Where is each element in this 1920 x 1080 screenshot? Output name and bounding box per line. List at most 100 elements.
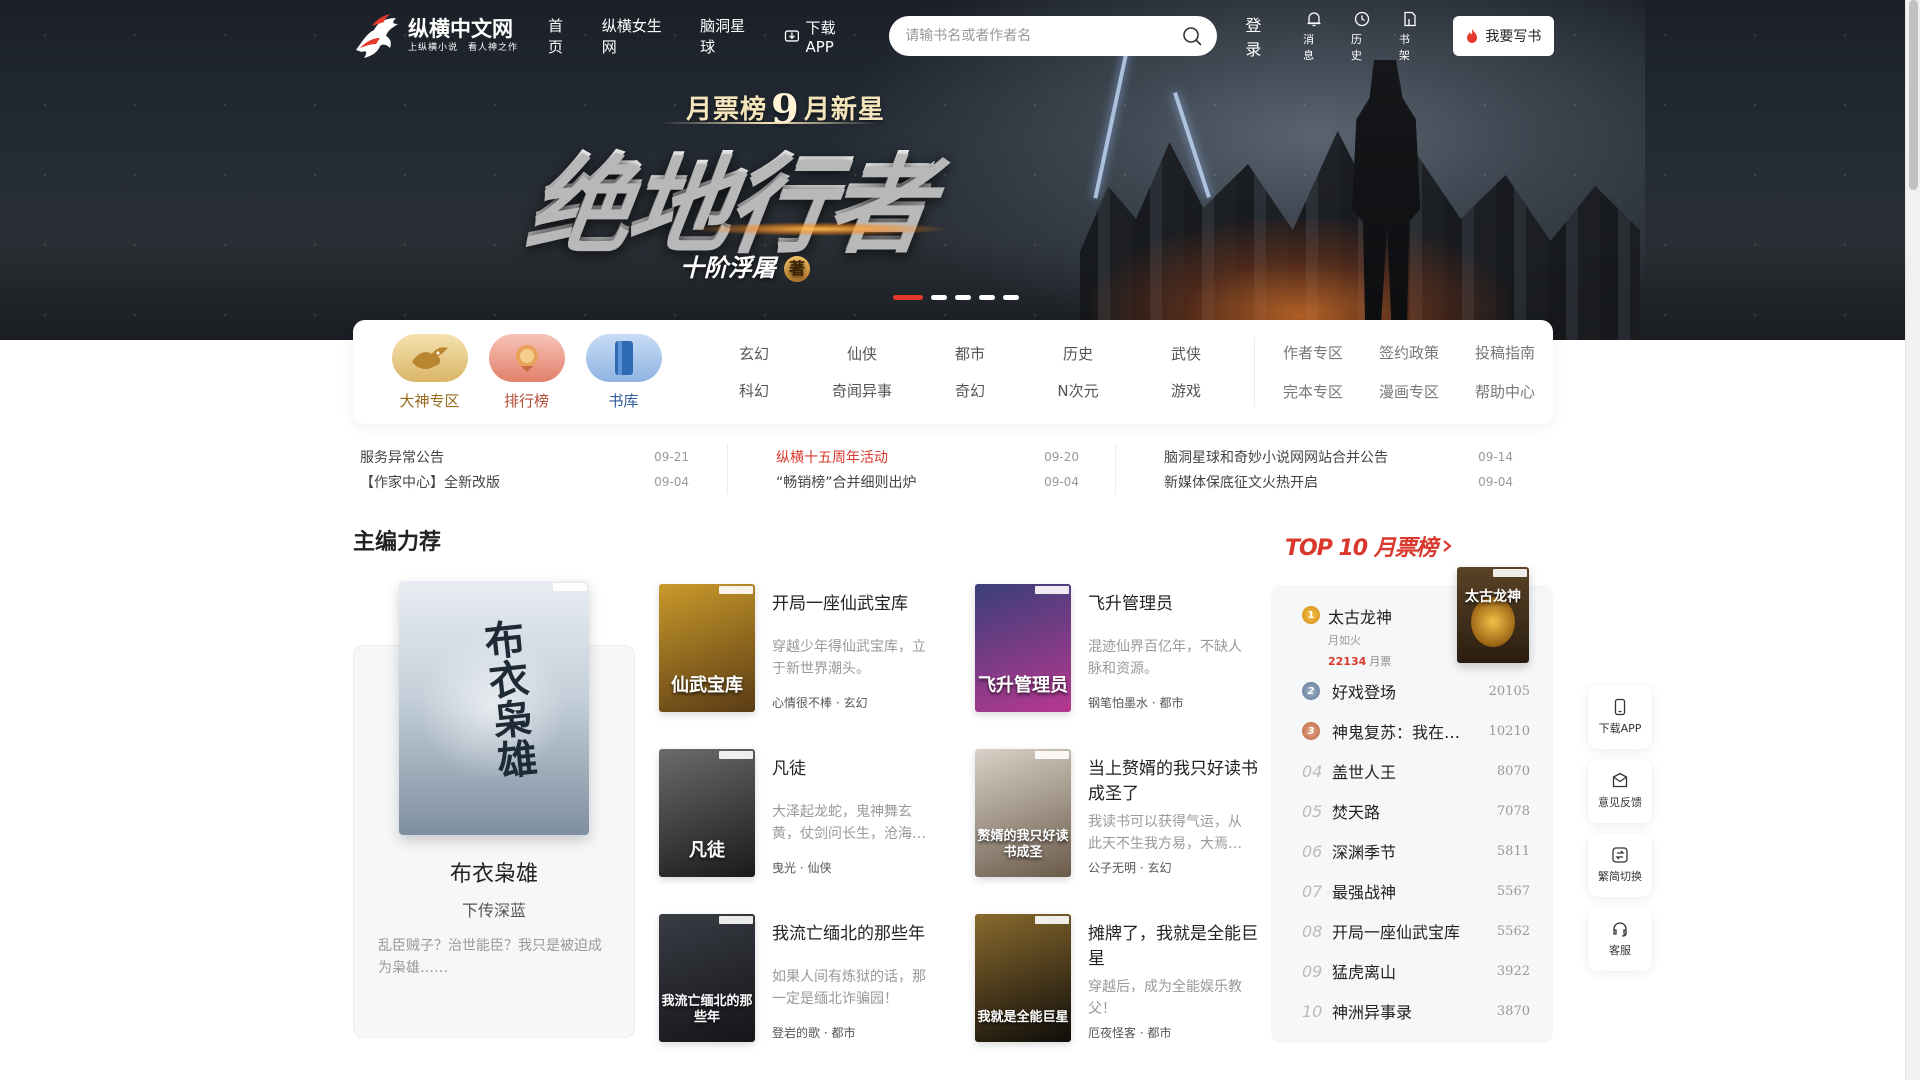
nav-download-app[interactable]: 下载APP — [784, 17, 864, 56]
feedback-icon — [1612, 772, 1628, 788]
book-author[interactable]: 曳光 — [772, 861, 796, 875]
notice-date: 09-14 — [1478, 449, 1513, 464]
book-item[interactable]: 仙武宝库 开局一座仙武宝库 穿越少年得仙武宝库，立于新世界潮头。 心情很不棒 · 玄幻 — [659, 584, 959, 719]
genre-link[interactable]: 历史 — [1024, 343, 1132, 364]
site-logo[interactable]: 纵横中文网 上纵横小说 看人神之作 — [352, 10, 518, 62]
book-genre[interactable]: 玄幻 — [843, 696, 867, 710]
ranking-item[interactable]: 08 开局一座仙武宝库 5562 — [1302, 917, 1530, 945]
book-cover[interactable]: 凡徒 — [659, 749, 755, 877]
notice-item[interactable]: 服务异常公告 09-21 — [360, 444, 689, 469]
search-icon[interactable] — [1181, 25, 1203, 47]
book-author[interactable]: 心情很不棒 — [772, 696, 832, 710]
book-author[interactable]: 钢笔怕墨水 — [1088, 696, 1148, 710]
cover-art: 飞升管理员 — [975, 584, 1071, 712]
carousel-dot[interactable] — [1003, 295, 1019, 300]
ranking-item[interactable]: 09 猛虎离山 3922 — [1302, 957, 1530, 985]
history-button[interactable]: 历史 — [1351, 10, 1373, 63]
genre-link[interactable]: 奇幻 — [916, 380, 1024, 401]
carousel-dot[interactable] — [931, 295, 947, 300]
book-cover[interactable]: 我就是全能巨星 — [975, 914, 1071, 1042]
book-item[interactable]: 赘婿的我只好读书成圣 当上赘婿的我只好读书成圣了 我读书可以获得气运，从此天不生我方… — [975, 749, 1275, 884]
nav-brainhole[interactable]: 脑洞星球 — [700, 15, 760, 57]
book-cover[interactable]: 我流亡缅北的那些年 — [659, 914, 755, 1042]
book-title[interactable]: 摊牌了，我就是全能巨星 — [1088, 922, 1258, 972]
ranking-top-cover[interactable]: 太古龙神 — [1457, 567, 1529, 663]
book-genre[interactable]: 仙侠 — [807, 861, 831, 875]
book-genre[interactable]: 都市 — [1147, 1026, 1171, 1040]
side-download-app[interactable]: 下载APP — [1588, 685, 1652, 749]
quick-link[interactable]: 漫画专区 — [1361, 381, 1457, 402]
quick-link[interactable]: 作者专区 — [1265, 342, 1361, 363]
page-scrollbar[interactable] — [1905, 0, 1920, 1080]
bookshelf-button[interactable]: 书架 — [1399, 10, 1421, 63]
quick-link[interactable]: 投稿指南 — [1457, 342, 1553, 363]
notice-item[interactable]: 【作家中心】全新改版 09-04 — [360, 469, 689, 494]
big-category-vip[interactable]: 大神专区 — [383, 333, 476, 411]
book-genre[interactable]: 玄幻 — [1147, 861, 1171, 875]
nav-female[interactable]: 纵横女生网 — [602, 15, 676, 57]
book-genre[interactable]: 都市 — [831, 1026, 855, 1040]
ranking-item[interactable]: 04 盖世人王 8070 — [1302, 757, 1530, 785]
big-category-ranking[interactable]: 排行榜 — [480, 333, 573, 411]
book-author[interactable]: 登岩的歌 — [772, 1026, 820, 1040]
book-title[interactable]: 凡徒 — [772, 757, 942, 782]
side-translate[interactable]: 繁简切换 — [1588, 833, 1652, 897]
quick-link[interactable]: 签约政策 — [1361, 342, 1457, 363]
book-item[interactable]: 凡徒 凡徒 大泽起龙蛇，鬼神舞玄黄，仗剑问长生，沧海… 曳光 · 仙侠 — [659, 749, 959, 884]
ranking-item[interactable]: 2 好戏登场 20105 — [1302, 677, 1530, 705]
ranking-top-author: 月如火 — [1328, 634, 1361, 647]
write-book-button[interactable]: 我要写书 — [1452, 16, 1555, 56]
ranking-title-link[interactable]: TOP 10 月票榜 — [1285, 530, 1453, 562]
book-item[interactable]: 飞升管理员 飞升管理员 混迹仙界百亿年，不缺人脉和资源。 钢笔怕墨水 · 都市 — [975, 584, 1275, 719]
featured-book-title[interactable]: 布衣枭雄 — [353, 856, 635, 888]
genre-link[interactable]: 仙侠 — [808, 343, 916, 364]
scrollbar-thumb[interactable] — [1909, 0, 1918, 190]
carousel-dot[interactable] — [979, 295, 995, 300]
ranking-item[interactable]: 06 深渊季节 5811 — [1302, 837, 1530, 865]
featured-book-cover[interactable]: 布衣枭雄 — [399, 581, 589, 835]
genre-link[interactable]: 玄幻 — [700, 343, 808, 364]
book-author[interactable]: 厄夜怪客 — [1088, 1026, 1136, 1040]
genre-link[interactable]: N次元 — [1024, 380, 1132, 401]
book-cover[interactable]: 仙武宝库 — [659, 584, 755, 712]
banner-author-name: 十阶浮屠 — [680, 253, 776, 282]
book-cover[interactable]: 赘婿的我只好读书成圣 — [975, 749, 1071, 877]
ranking-item[interactable]: 05 焚天路 7078 — [1302, 797, 1530, 825]
ranking-item[interactable]: 10 神洲异事录 3870 — [1302, 997, 1530, 1025]
messages-button[interactable]: 消息 — [1303, 10, 1325, 63]
genre-link[interactable]: 武侠 — [1132, 343, 1240, 364]
side-feedback[interactable]: 意见反馈 — [1588, 759, 1652, 823]
big-category-library[interactable]: 书库 — [577, 333, 670, 411]
book-title[interactable]: 开局一座仙武宝库 — [772, 592, 942, 617]
book-meta: 钢笔怕墨水 · 都市 — [1088, 694, 1183, 711]
quick-link[interactable]: 帮助中心 — [1457, 381, 1553, 402]
genre-link[interactable]: 都市 — [916, 343, 1024, 364]
book-cover[interactable]: 飞升管理员 — [975, 584, 1071, 712]
genre-link[interactable]: 科幻 — [700, 380, 808, 401]
book-item[interactable]: 我流亡缅北的那些年 我流亡缅北的那些年 如果人间有炼狱的话，那一定是缅北诈骗园！ 登岩… — [659, 914, 959, 1049]
book-title[interactable]: 飞升管理员 — [1088, 592, 1258, 617]
book-author[interactable]: 公子无明 — [1088, 861, 1136, 875]
featured-book-author[interactable]: 下传深蓝 — [353, 897, 635, 921]
notice-item[interactable]: 新媒体保底征文火热开启 09-04 — [1164, 469, 1513, 494]
publisher-tag — [1493, 569, 1527, 577]
genre-link[interactable]: 奇闻异事 — [808, 380, 916, 401]
side-customer-service[interactable]: 客服 — [1588, 907, 1652, 971]
quick-link[interactable]: 完本专区 — [1265, 381, 1361, 402]
notice-item[interactable]: 纵横十五周年活动 09-20 — [776, 444, 1079, 469]
carousel-dot[interactable] — [893, 295, 923, 300]
genre-grid: 玄幻 仙侠 都市 历史 武侠 科幻 奇闻异事 奇幻 N次元 游戏 — [700, 343, 1240, 401]
login-link[interactable]: 登录 — [1245, 12, 1277, 60]
genre-link[interactable]: 游戏 — [1132, 380, 1240, 401]
carousel-dot[interactable] — [955, 295, 971, 300]
book-item[interactable]: 我就是全能巨星 摊牌了，我就是全能巨星 穿越后，成为全能娱乐教父！ 厄夜怪客 · 都市 — [975, 914, 1275, 1049]
ranking-item[interactable]: 3 神鬼复苏：我在… 10210 — [1302, 717, 1530, 745]
book-title[interactable]: 我流亡缅北的那些年 — [772, 922, 942, 947]
notice-item[interactable]: 脑洞星球和奇妙小说网网站合并公告 09-14 — [1164, 444, 1513, 469]
book-genre[interactable]: 都市 — [1159, 696, 1183, 710]
nav-home[interactable]: 首页 — [548, 15, 578, 57]
notice-item[interactable]: “畅销榜”合并细则出炉 09-04 — [776, 469, 1079, 494]
search-input[interactable] — [905, 28, 1182, 44]
book-title[interactable]: 当上赘婿的我只好读书成圣了 — [1088, 757, 1258, 807]
ranking-item[interactable]: 07 最强战神 5567 — [1302, 877, 1530, 905]
